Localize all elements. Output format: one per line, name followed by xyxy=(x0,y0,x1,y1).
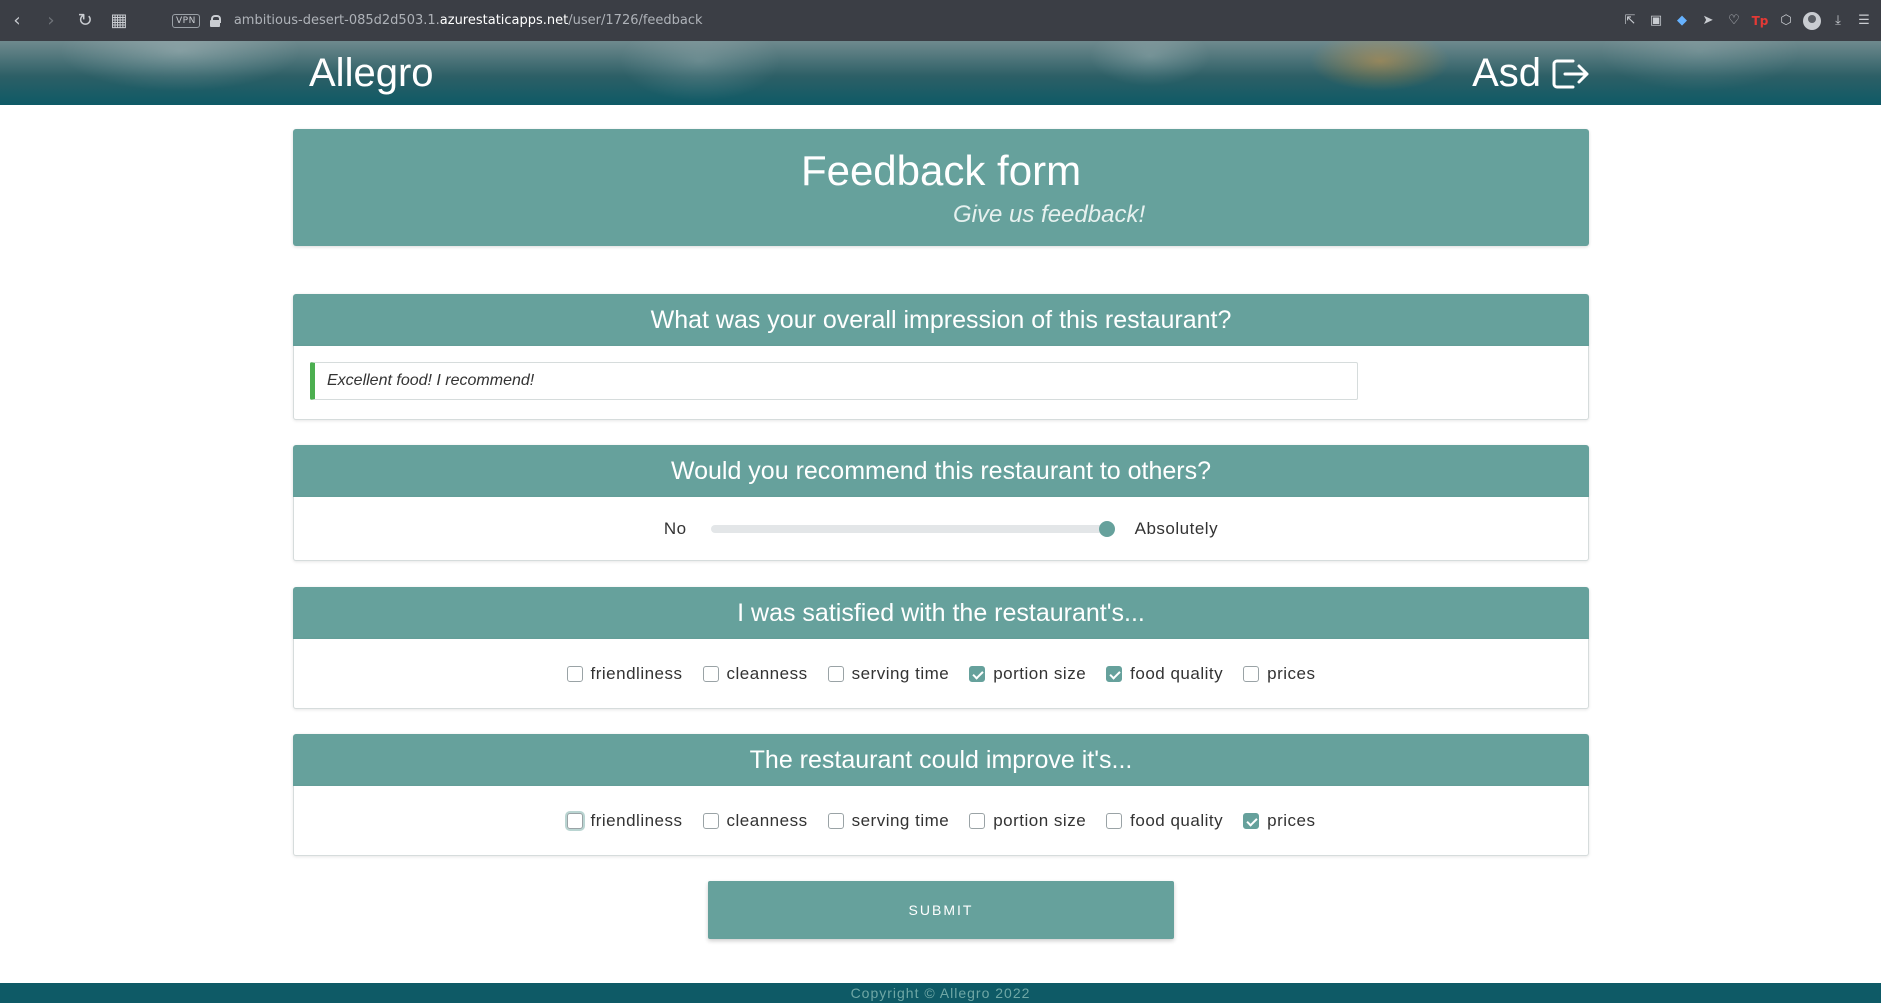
option-label: serving time xyxy=(851,663,950,683)
heart-icon[interactable]: ♡ xyxy=(1725,12,1743,30)
user-name[interactable]: Asd xyxy=(1472,51,1541,96)
option-label: cleanness xyxy=(726,663,808,683)
question-recommend-body: No Absolutely xyxy=(293,497,1589,561)
user-area: Asd xyxy=(1472,51,1591,96)
question-improve-title: The restaurant could improve it's... xyxy=(293,734,1589,786)
question-impression-body: Excellent food! I recommend! xyxy=(293,346,1589,420)
satisfied-option-prices[interactable]: prices xyxy=(1243,664,1315,684)
option-label: food quality xyxy=(1130,810,1224,830)
url-prefix: ambitious-desert-085d2d503.1. xyxy=(233,13,440,28)
impression-input[interactable]: Excellent food! I recommend! xyxy=(310,362,1358,400)
submit-button[interactable]: SUBMIT xyxy=(708,881,1174,939)
checkbox[interactable] xyxy=(969,812,986,829)
option-label: cleanness xyxy=(726,810,808,830)
checkbox[interactable] xyxy=(827,812,844,829)
option-label: serving time xyxy=(851,810,950,830)
improve-option-prices[interactable]: prices xyxy=(1243,811,1315,831)
share-icon[interactable]: ⇱ xyxy=(1621,12,1639,30)
footer-copyright: Copyright © Allegro 2022 xyxy=(0,983,1881,1003)
satisfied-option-portion-size[interactable]: portion size xyxy=(969,664,1086,684)
forward-icon[interactable]: › xyxy=(34,0,68,41)
browser-extensions: ⇱ ▣ ◆ ➤ ♡ Tp ⬡ ⤓ ☰ xyxy=(1621,0,1873,41)
option-label: friendliness xyxy=(590,663,683,683)
recommend-slider-row: No Absolutely xyxy=(294,497,1588,560)
back-icon[interactable]: ‹ xyxy=(0,0,34,41)
camera-icon[interactable]: ▣ xyxy=(1647,12,1665,30)
slider-thumb[interactable] xyxy=(1098,520,1115,537)
url-host: azurestaticapps.net xyxy=(439,13,569,28)
checkbox[interactable] xyxy=(1243,665,1260,682)
question-improve-body: friendliness cleanness serving time port… xyxy=(293,786,1589,856)
page-subtitle: Give us feedback! xyxy=(953,201,1146,228)
improve-options: friendliness cleanness serving time port… xyxy=(294,786,1588,855)
profile-avatar[interactable] xyxy=(1803,11,1821,30)
tabs-grid-icon[interactable]: ▦ xyxy=(102,0,136,41)
page-title: Feedback form xyxy=(800,147,1082,194)
download-icon[interactable]: ⤓ xyxy=(1829,12,1847,30)
improve-option-cleanness[interactable]: cleanness xyxy=(702,810,808,831)
checkbox[interactable] xyxy=(1243,812,1260,829)
satisfied-options: friendliness cleanness serving time port… xyxy=(294,639,1588,708)
checkbox[interactable] xyxy=(702,665,719,682)
lock-icon[interactable] xyxy=(209,14,221,27)
option-label: food quality xyxy=(1130,663,1224,683)
satisfied-option-serving-time[interactable]: serving time xyxy=(827,663,950,684)
checkbox[interactable] xyxy=(827,665,844,682)
recommend-slider[interactable] xyxy=(710,520,1115,537)
question-satisfied-body: friendliness cleanness serving time port… xyxy=(293,639,1589,709)
checkbox[interactable] xyxy=(702,812,719,829)
checkbox[interactable] xyxy=(969,665,986,682)
brand-logo[interactable]: Allegro xyxy=(309,51,434,96)
question-satisfied-title: I was satisfied with the restaurant's... xyxy=(293,587,1589,639)
improve-option-food-quality[interactable]: food quality xyxy=(1106,811,1223,831)
satisfied-option-friendliness[interactable]: friendliness xyxy=(566,663,683,684)
reload-icon[interactable]: ↻ xyxy=(68,0,102,41)
improve-option-portion-size[interactable]: portion size xyxy=(969,811,1086,831)
url-path: /user/1726/feedback xyxy=(568,13,703,28)
checkbox[interactable] xyxy=(566,665,583,682)
option-label: prices xyxy=(1267,810,1316,830)
logout-icon[interactable] xyxy=(1551,57,1591,91)
cube-icon[interactable]: ⬡ xyxy=(1777,12,1795,30)
slider-max-label: Absolutely xyxy=(1134,518,1219,538)
option-label: portion size xyxy=(993,663,1087,683)
option-label: friendliness xyxy=(590,810,683,830)
address-bar[interactable]: ambitious-desert-085d2d503.1.azurestatic… xyxy=(234,13,703,28)
option-label: portion size xyxy=(993,810,1087,830)
improve-option-friendliness[interactable]: friendliness xyxy=(566,810,683,831)
extension-tp-icon[interactable]: Tp xyxy=(1751,12,1769,30)
question-impression-title: What was your overall impression of this… xyxy=(293,294,1589,346)
question-recommend-title: Would you recommend this restaurant to o… xyxy=(293,445,1589,497)
checkbox[interactable] xyxy=(1106,665,1123,682)
vpn-badge[interactable]: VPN xyxy=(172,13,200,28)
slider-min-label: No xyxy=(663,518,687,538)
menu-icon[interactable]: ☰ xyxy=(1855,12,1873,30)
improve-option-serving-time[interactable]: serving time xyxy=(827,810,950,831)
site-header: Allegro Asd xyxy=(0,41,1881,105)
option-label: prices xyxy=(1267,663,1316,683)
feedback-hero: Feedback form Give us feedback! xyxy=(293,129,1589,246)
shield-icon[interactable]: ◆ xyxy=(1673,12,1691,30)
checkbox[interactable] xyxy=(1106,812,1123,829)
satisfied-option-cleanness[interactable]: cleanness xyxy=(702,663,808,684)
send-icon[interactable]: ➤ xyxy=(1699,12,1717,30)
browser-toolbar: ‹ › ↻ ▦ VPN ambitious-desert-085d2d503.1… xyxy=(0,0,1881,41)
satisfied-option-food-quality[interactable]: food quality xyxy=(1106,664,1223,684)
checkbox[interactable] xyxy=(566,812,583,829)
